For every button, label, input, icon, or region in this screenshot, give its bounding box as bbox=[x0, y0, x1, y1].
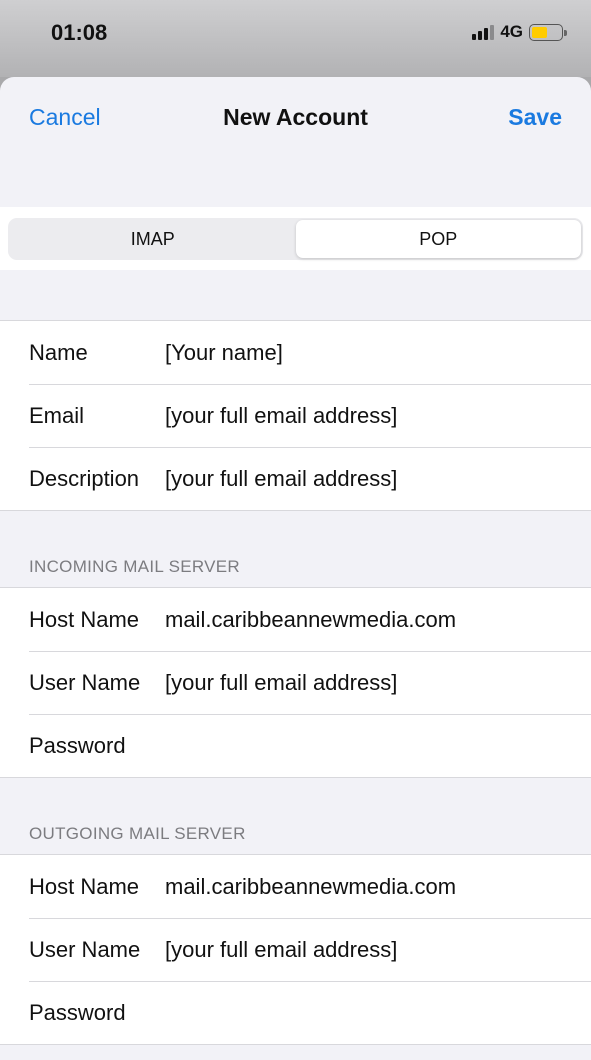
incoming-username-label: User Name bbox=[29, 669, 141, 695]
outgoing-username-label: User Name bbox=[29, 936, 141, 962]
status-bar: 01:08 4G bbox=[0, 0, 591, 77]
incoming-username-field[interactable]: [your full email address] bbox=[165, 670, 397, 696]
new-account-sheet: Cancel New Account Save IMAP POP Name [Y… bbox=[0, 77, 591, 1060]
account-info-group: Name [Your name] Email [your full email … bbox=[0, 320, 591, 511]
incoming-host-field[interactable]: mail.caribbeannewmedia.com bbox=[165, 607, 456, 633]
incoming-password-label: Password bbox=[29, 732, 126, 758]
name-row[interactable]: Name [Your name] bbox=[0, 321, 591, 384]
outgoing-password-label: Password bbox=[29, 999, 126, 1025]
outgoing-host-field[interactable]: mail.caribbeannewmedia.com bbox=[165, 874, 456, 900]
incoming-section-header: INCOMING MAIL SERVER bbox=[29, 557, 240, 576]
outgoing-username-field[interactable]: [your full email address] bbox=[165, 937, 397, 963]
name-label: Name bbox=[29, 339, 88, 365]
battery-icon bbox=[529, 23, 567, 41]
incoming-host-label: Host Name bbox=[29, 606, 140, 632]
outgoing-section-header: OUTGOING MAIL SERVER bbox=[29, 824, 246, 843]
name-field[interactable]: [Your name] bbox=[165, 340, 283, 366]
status-time: 01:08 bbox=[51, 20, 108, 45]
account-type-section: IMAP POP bbox=[0, 207, 591, 270]
page-title: New Account bbox=[223, 104, 368, 130]
description-row[interactable]: Description [your full email address] bbox=[0, 447, 591, 510]
description-field[interactable]: [your full email address] bbox=[165, 466, 397, 492]
save-button[interactable]: Save bbox=[508, 104, 562, 131]
outgoing-username-row[interactable]: User Name [your full email address] bbox=[0, 918, 591, 981]
cellular-signal-icon bbox=[472, 24, 495, 40]
outgoing-host-row[interactable]: Host Name mail.caribbeannewmedia.com bbox=[0, 855, 591, 918]
email-label: Email bbox=[29, 402, 85, 428]
email-row[interactable]: Email [your full email address] bbox=[0, 384, 591, 447]
incoming-server-group: Host Name mail.caribbeannewmedia.com Use… bbox=[0, 587, 591, 778]
account-type-segmented-control: IMAP POP bbox=[8, 218, 583, 260]
network-type: 4G bbox=[500, 22, 523, 41]
description-label: Description bbox=[29, 465, 140, 491]
status-indicators: 4G bbox=[472, 22, 567, 42]
email-field[interactable]: [your full email address] bbox=[165, 403, 397, 429]
incoming-username-row[interactable]: User Name [your full email address] bbox=[0, 651, 591, 714]
segment-pop[interactable]: POP bbox=[295, 220, 581, 258]
incoming-host-row[interactable]: Host Name mail.caribbeannewmedia.com bbox=[0, 588, 591, 651]
navigation-bar: Cancel New Account Save bbox=[0, 77, 591, 157]
incoming-password-row[interactable]: Password bbox=[0, 714, 591, 777]
segment-imap[interactable]: IMAP bbox=[10, 220, 296, 258]
outgoing-server-group: Host Name mail.caribbeannewmedia.com Use… bbox=[0, 854, 591, 1045]
outgoing-password-row[interactable]: Password bbox=[0, 981, 591, 1044]
outgoing-host-label: Host Name bbox=[29, 873, 140, 899]
